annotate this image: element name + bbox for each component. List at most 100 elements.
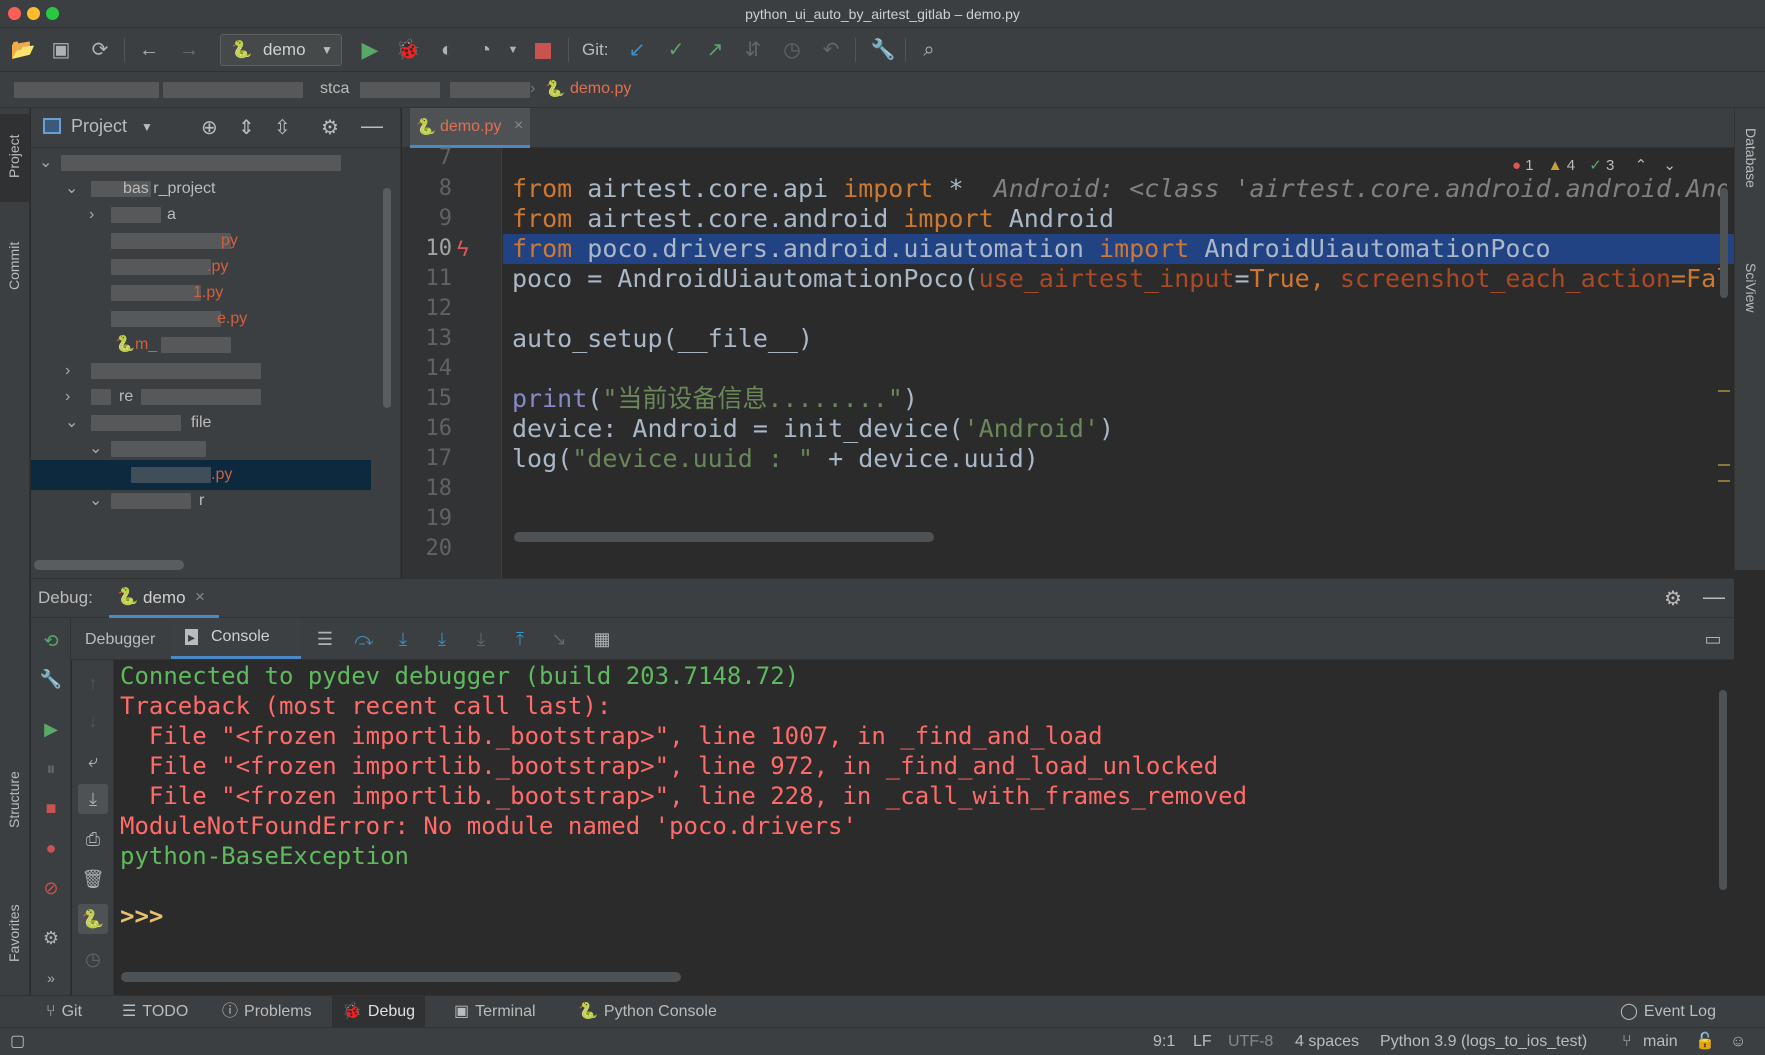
run-icon[interactable]: ▶: [355, 36, 385, 64]
tree-row[interactable]: ⌄ r: [31, 486, 401, 516]
print-icon[interactable]: ⎙: [78, 824, 108, 854]
sciview-tool-button[interactable]: SciView: [1735, 253, 1765, 353]
git-push-icon[interactable]: ↗: [700, 36, 730, 64]
close-tab-icon[interactable]: ×: [195, 587, 205, 607]
step-into-my-code-icon[interactable]: ⤓: [427, 624, 457, 654]
hide-panel-icon[interactable]: —: [1703, 584, 1725, 610]
caret-position[interactable]: 9:1: [1153, 1028, 1175, 1055]
python-console-icon[interactable]: 🐍: [78, 904, 108, 934]
structure-tool-button[interactable]: Structure: [0, 748, 29, 848]
step-into-icon[interactable]: ⤓: [388, 624, 418, 654]
editor-horizontal-scrollbar[interactable]: [514, 532, 934, 542]
step-out-icon[interactable]: ⤒: [505, 624, 535, 654]
open-folder-icon[interactable]: 📂: [8, 36, 38, 64]
soft-wrap-icon[interactable]: ⤶: [78, 746, 108, 776]
step-over-icon[interactable]: ⤼: [349, 624, 379, 654]
forward-icon[interactable]: →: [174, 36, 204, 64]
editor-vertical-scrollbar[interactable]: [1720, 188, 1728, 298]
horizontal-scrollbar[interactable]: [34, 560, 184, 570]
rerun-icon[interactable]: ⟲: [36, 626, 66, 656]
expand-all-icon[interactable]: ⇕: [238, 115, 255, 140]
toggle-tool-windows-icon[interactable]: ▢: [10, 1028, 25, 1055]
favorites-tool-button[interactable]: Favorites: [0, 878, 29, 968]
debug-tool-tab[interactable]: 🐞 Debug: [332, 996, 426, 1027]
console-output[interactable]: Connected to pydev debugger (build 203.7…: [115, 660, 1727, 982]
gear-icon[interactable]: ⚙: [321, 115, 339, 140]
project-tree[interactable]: ⌄ ⌄ bas r_project › a py .py 1.py e.py 🐍…: [31, 148, 401, 578]
git-compare-icon[interactable]: ⇵: [738, 36, 768, 64]
vertical-scrollbar[interactable]: [383, 188, 391, 408]
locate-icon[interactable]: ⊕: [201, 115, 218, 140]
console-vertical-scrollbar[interactable]: [1719, 690, 1727, 890]
console-prompt[interactable]: >>>: [120, 901, 163, 931]
indent-setting[interactable]: 4 spaces: [1295, 1028, 1359, 1055]
chevron-down-icon[interactable]: ▼: [141, 120, 153, 134]
coverage-icon[interactable]: ◐: [432, 36, 462, 64]
problems-tool-tab[interactable]: ⓘ Problems: [212, 996, 322, 1027]
line-separator[interactable]: LF: [1193, 1028, 1212, 1055]
python-console-tool-tab[interactable]: 🐍 Python Console: [568, 996, 727, 1027]
database-tool-button[interactable]: Database: [1735, 118, 1765, 228]
stop-icon[interactable]: ■: [36, 793, 66, 823]
arrow-up-icon[interactable]: ↑: [78, 668, 108, 698]
force-step-into-icon[interactable]: ⤓: [466, 624, 496, 654]
debug-icon[interactable]: 🐞: [393, 36, 423, 64]
resume-icon[interactable]: ▶: [36, 714, 66, 744]
run-to-cursor-icon[interactable]: ↘: [544, 624, 574, 654]
event-log-tool-tab[interactable]: ◯ Event Log: [1610, 996, 1726, 1027]
more-icon[interactable]: »: [36, 963, 66, 993]
profile-dropdown-icon[interactable]: ▼: [498, 36, 528, 64]
gear-icon[interactable]: ⚙: [1664, 586, 1682, 611]
git-branch[interactable]: main: [1643, 1028, 1678, 1055]
zoom-window-button[interactable]: [46, 7, 59, 20]
lock-icon[interactable]: 🔓: [1695, 1028, 1715, 1055]
wrench-icon[interactable]: 🔧: [36, 664, 66, 694]
threads-icon[interactable]: ☰: [310, 624, 340, 654]
breadcrumb-item[interactable]: stca: [320, 80, 349, 98]
back-icon[interactable]: ←: [134, 36, 164, 64]
code-editor[interactable]: 7 8 9 10 11 12 13 14 15 16 17 18 19 20 ϟ…: [402, 145, 1734, 578]
search-icon[interactable]: ⌕: [914, 36, 944, 64]
inspector-icon[interactable]: ☺: [1730, 1028, 1746, 1055]
file-encoding[interactable]: UTF-8: [1228, 1028, 1273, 1055]
terminal-tool-tab[interactable]: ▣ Terminal: [444, 996, 546, 1027]
git-tool-tab[interactable]: ⑂ Git: [36, 996, 92, 1027]
minimize-window-button[interactable]: [27, 7, 40, 20]
history-icon[interactable]: ◷: [78, 944, 108, 974]
view-breakpoints-icon[interactable]: ●: [36, 833, 66, 863]
tab-demo-py[interactable]: 🐍 demo.py ×: [410, 108, 530, 148]
sync-icon[interactable]: ⟳: [85, 36, 115, 64]
project-view-title[interactable]: Project: [71, 116, 127, 137]
tab-debugger[interactable]: Debugger: [85, 628, 155, 652]
pause-icon[interactable]: ⏸: [36, 754, 66, 784]
todo-tool-tab[interactable]: ☰ TODO: [112, 996, 198, 1027]
commit-tool-button[interactable]: Commit: [0, 228, 29, 308]
profile-icon[interactable]: ◔: [470, 36, 500, 64]
close-tab-icon[interactable]: ×: [514, 117, 523, 135]
settings-wrench-icon[interactable]: 🔧: [868, 36, 898, 64]
trash-icon[interactable]: 🗑: [78, 864, 108, 894]
git-commit-icon[interactable]: ✓: [661, 36, 691, 64]
scroll-to-end-icon[interactable]: ⤓: [78, 784, 108, 814]
git-update-icon[interactable]: ↙: [622, 36, 652, 64]
breadcrumb-file[interactable]: demo.py: [570, 80, 631, 98]
save-icon[interactable]: ▣: [46, 36, 76, 64]
python-interpreter[interactable]: Python 3.9 (logs_to_ios_test): [1380, 1028, 1587, 1055]
console-horizontal-scrollbar[interactable]: [121, 972, 681, 982]
stop-icon[interactable]: [535, 43, 551, 59]
project-tool-button[interactable]: Project: [0, 114, 29, 202]
gear-icon[interactable]: ⚙: [36, 923, 66, 953]
arrow-down-icon[interactable]: ↓: [78, 706, 108, 736]
code-area[interactable]: from airtest.core.api import * Android: …: [402, 148, 1727, 578]
hide-panel-icon[interactable]: —: [361, 113, 383, 139]
git-history-icon[interactable]: ◷: [777, 36, 807, 64]
close-window-button[interactable]: [8, 7, 21, 20]
evaluate-expression-icon[interactable]: ▦: [587, 624, 617, 654]
collapse-all-icon[interactable]: ⇳: [274, 115, 291, 140]
run-config-select[interactable]: 🐍 demo ▼: [220, 34, 342, 66]
git-rollback-icon[interactable]: ↶: [816, 36, 846, 64]
debug-session-tab[interactable]: 🐍 demo ×: [109, 579, 219, 618]
mute-breakpoints-icon[interactable]: ⊘: [36, 873, 66, 903]
layout-settings-icon[interactable]: ▭: [1698, 624, 1728, 654]
tab-console[interactable]: ▸ Console: [171, 618, 301, 659]
